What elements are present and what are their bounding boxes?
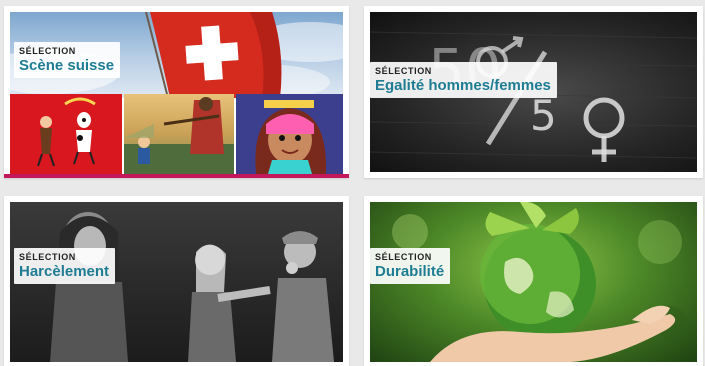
comic-thumbnail-archer	[124, 94, 234, 174]
card-label: SÉLECTION Scène suisse	[14, 42, 121, 78]
card-title[interactable]: Scène suisse	[19, 57, 114, 75]
card-label: SÉLECTION Harcèlement	[14, 248, 116, 284]
selection-eyebrow: SÉLECTION	[375, 66, 432, 76]
collection-card-scene-suisse[interactable]: SÉLECTION Scène suisse	[4, 6, 349, 178]
collection-card-egalite[interactable]: 50 5 SÉLECTION Egalité hommes/femmes	[364, 6, 703, 178]
card-label: SÉLECTION Durabilité	[370, 248, 451, 284]
svg-text:5: 5	[530, 91, 557, 140]
card-label: SÉLECTION Egalité hommes/femmes	[370, 62, 557, 98]
collection-card-harcelement[interactable]: SÉLECTION Harcèlement	[4, 196, 349, 366]
selection-eyebrow: SÉLECTION	[375, 252, 432, 262]
comic-thumbnail-girl	[236, 94, 343, 174]
card-title[interactable]: Egalité hommes/femmes	[375, 77, 551, 95]
card-title[interactable]: Harcèlement	[19, 263, 109, 281]
pink-accent-bar	[4, 174, 349, 178]
collection-card-durabilite[interactable]: SÉLECTION Durabilité	[364, 196, 703, 366]
selection-eyebrow: SÉLECTION	[19, 46, 76, 56]
selection-eyebrow: SÉLECTION	[19, 252, 76, 262]
card-title[interactable]: Durabilité	[375, 263, 444, 281]
comic-thumbnail-red	[10, 94, 122, 174]
